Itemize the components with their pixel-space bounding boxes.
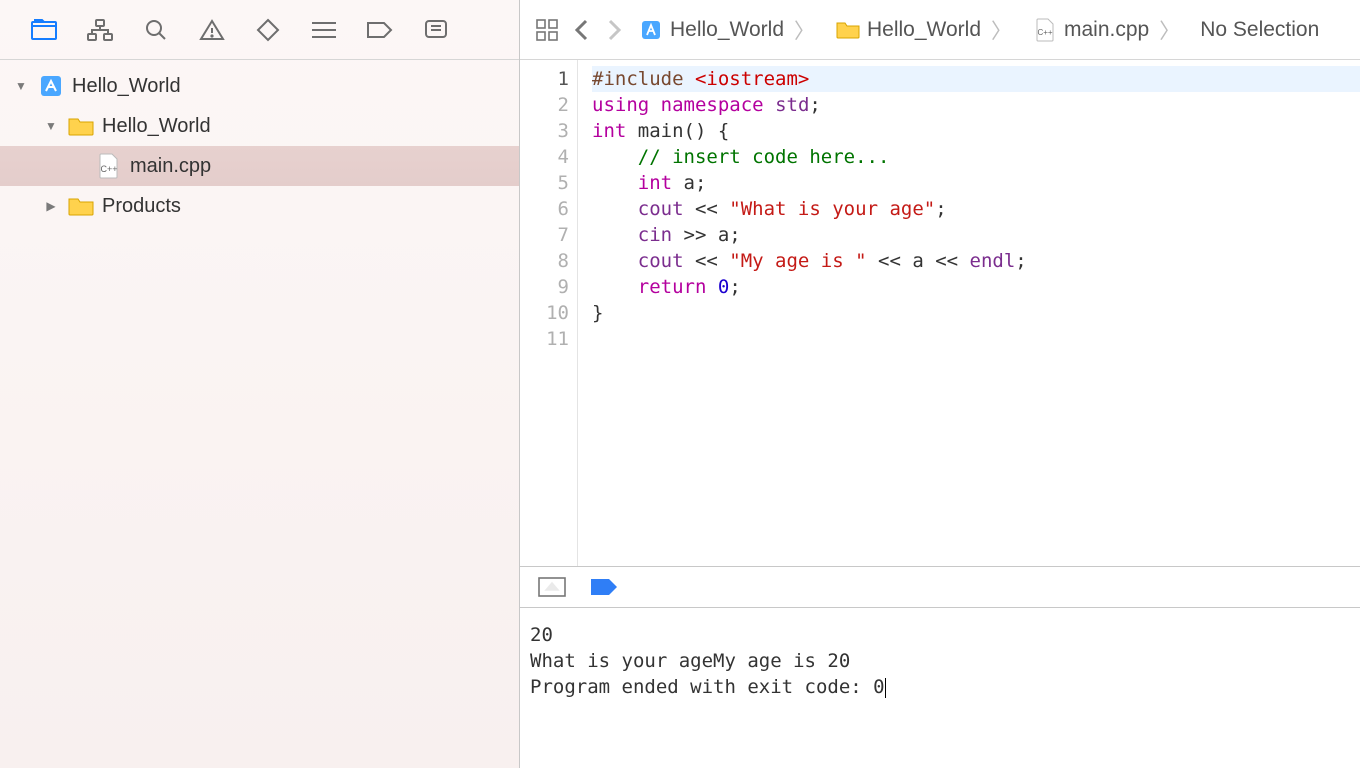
breadcrumb-file[interactable]: C++ main.cpp 〉 <box>1032 15 1184 45</box>
folder-icon <box>68 114 94 138</box>
folder-icon <box>835 18 861 42</box>
chevron-right-icon: 〉 <box>1155 15 1184 45</box>
related-items-icon[interactable] <box>536 19 558 41</box>
console-output[interactable]: 20What is your ageMy age is 20Program en… <box>520 608 1360 768</box>
debug-view-toggle-icon[interactable] <box>538 577 566 597</box>
tree-row-products[interactable]: ▶ Products <box>0 186 519 226</box>
breadcrumb-group[interactable]: Hello_World 〉 <box>835 15 1016 45</box>
jump-bar: Hello_World 〉 Hello_World 〉 C++ main.cpp… <box>520 0 1360 60</box>
issue-navigator-icon[interactable] <box>198 16 226 44</box>
cpp-file-icon: C++ <box>1032 18 1058 42</box>
tree-row-file-main[interactable]: C++ main.cpp <box>0 146 519 186</box>
breakpoint-toggle-icon[interactable] <box>590 577 620 597</box>
xcode-project-icon <box>638 18 664 42</box>
test-navigator-icon[interactable] <box>254 16 282 44</box>
breakpoint-navigator-icon[interactable] <box>366 16 394 44</box>
project-tree: ▼ Hello_World ▼ Hello_World C++ main.cpp <box>0 60 519 768</box>
source-editor[interactable]: 1234567891011 #include <iostream>using n… <box>520 60 1360 566</box>
chevron-right-icon: 〉 <box>987 15 1016 45</box>
code-content[interactable]: #include <iostream>using namespace std;i… <box>578 60 1360 566</box>
tree-label: Products <box>102 195 181 218</box>
line-number-gutter[interactable]: 1234567891011 <box>520 60 578 566</box>
project-navigator: ▼ Hello_World ▼ Hello_World C++ main.cpp <box>0 0 520 768</box>
project-navigator-icon[interactable] <box>30 16 58 44</box>
breadcrumb-project[interactable]: Hello_World 〉 <box>638 15 819 45</box>
navigator-toolbar <box>0 0 519 60</box>
folder-icon <box>68 194 94 218</box>
disclosure-triangle-icon[interactable]: ▼ <box>12 77 30 95</box>
tree-label: Hello_World <box>72 75 181 98</box>
tree-row-project[interactable]: ▼ Hello_World <box>0 66 519 106</box>
debug-navigator-icon[interactable] <box>310 16 338 44</box>
report-navigator-icon[interactable] <box>422 16 450 44</box>
find-navigator-icon[interactable] <box>142 16 170 44</box>
svg-text:C++: C++ <box>100 164 117 174</box>
editor-area: Hello_World 〉 Hello_World 〉 C++ main.cpp… <box>520 0 1360 768</box>
breadcrumb-label: main.cpp <box>1064 18 1149 42</box>
svg-text:C++: C++ <box>1037 28 1052 37</box>
breadcrumb-label: No Selection <box>1200 18 1319 42</box>
source-control-navigator-icon[interactable] <box>86 16 114 44</box>
go-back-icon[interactable] <box>574 19 590 41</box>
go-forward-icon[interactable] <box>606 19 622 41</box>
debug-bar <box>520 566 1360 608</box>
breadcrumb-label: Hello_World <box>670 18 784 42</box>
tree-label: main.cpp <box>130 155 211 178</box>
disclosure-triangle-icon[interactable]: ▼ <box>42 117 60 135</box>
tree-label: Hello_World <box>102 115 211 138</box>
tree-row-group[interactable]: ▼ Hello_World <box>0 106 519 146</box>
breadcrumb-label: Hello_World <box>867 18 981 42</box>
disclosure-triangle-icon[interactable]: ▶ <box>42 197 60 215</box>
cpp-file-icon: C++ <box>96 154 122 178</box>
chevron-right-icon: 〉 <box>790 15 819 45</box>
xcode-project-icon <box>38 74 64 98</box>
breadcrumb-selection[interactable]: No Selection <box>1200 18 1319 42</box>
